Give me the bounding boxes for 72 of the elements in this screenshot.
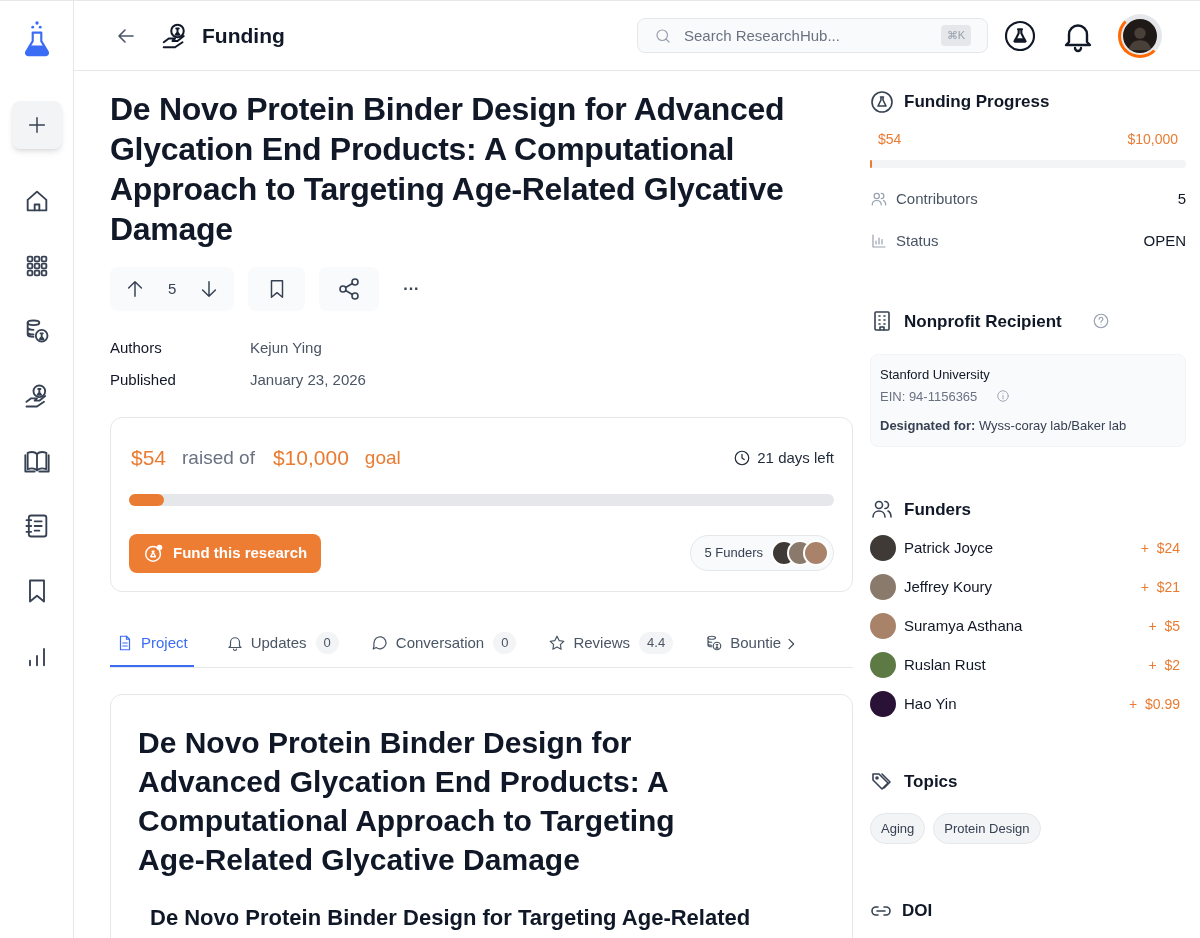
funding-amount: + $0.99 [1129, 694, 1180, 714]
funding-amount: + $2 [1148, 655, 1180, 675]
meta-value: Kejun Ying [250, 338, 323, 358]
chat-bubble-icon [370, 634, 389, 652]
new-button[interactable] [11, 101, 62, 149]
document-subheading: De Novo Protein Binder Design for Targeting Age-Related [150, 903, 752, 932]
stat-value: OPEN [1143, 231, 1186, 251]
flask-plus-icon [143, 542, 165, 564]
tab[interactable]: Project [110, 621, 194, 667]
share-button[interactable] [319, 267, 380, 311]
designation-text: Designated for: Wyss-coray lab/Baker lab [880, 417, 1128, 435]
tab[interactable]: Bountie [705, 621, 782, 667]
goal-label: goal [364, 445, 401, 470]
vote-count: 5 [168, 278, 177, 299]
bar-chart-icon [870, 232, 888, 251]
funders-button[interactable]: 5 Funders [690, 535, 834, 571]
page-title: Funding [202, 22, 285, 49]
bell-icon [225, 634, 244, 652]
raised-label: raised of [182, 445, 255, 470]
ein-number: EIN: 94-1156365 [880, 387, 978, 406]
tab[interactable]: Conversation 0 [370, 621, 517, 667]
tab[interactable]: Reviews 4.4 [548, 621, 674, 667]
flask-circle-icon [870, 89, 894, 114]
search-field[interactable]: Search ResearchHub... [684, 19, 929, 52]
goal-amount: $10,000 [1127, 129, 1178, 149]
section-title: DOI [902, 900, 933, 922]
funder-name[interactable]: Patrick Joyce [904, 536, 994, 560]
more-options-button[interactable]: ··· [403, 277, 420, 301]
clock-icon [733, 448, 752, 467]
raised-amount: $54 [131, 445, 167, 471]
funding-amount: + $5 [1148, 616, 1180, 636]
count-badge: 4.4 [639, 632, 674, 654]
star-icon [548, 634, 567, 652]
section-title: Funding Progress [904, 91, 1050, 113]
funder-name[interactable]: Suramya Asthana [904, 614, 1023, 638]
funder-name[interactable]: Hao Yin [904, 692, 957, 716]
flask-circle-icon[interactable] [1004, 19, 1036, 52]
count-badge: 0 [315, 632, 339, 654]
meta-label: Authors [110, 338, 163, 358]
person-silhouette-icon [1123, 18, 1157, 53]
search-icon [654, 26, 672, 45]
section-title: Topics [904, 771, 958, 793]
funding-amount: + $24 [1140, 538, 1180, 558]
funding-amount: + $21 [1140, 577, 1180, 597]
shortcut-hint: ⌘K [940, 25, 971, 46]
bookmark-button[interactable] [248, 267, 306, 311]
count-badge: 0 [493, 632, 517, 654]
project-title: De Novo Protein Binder Design for Advanced Glycation End Products: A Computational Approach to Targeting Age-Related Glycative Damage [110, 90, 786, 249]
user-avatar[interactable] [1118, 13, 1162, 58]
meta-label: Published [110, 369, 177, 390]
avatar [803, 540, 829, 566]
funder-name[interactable]: Ruslan Rust [904, 653, 986, 677]
section-title: Nonprofit Recipient [904, 310, 1062, 333]
tab[interactable]: Updates 0 [225, 621, 339, 667]
topic-tag[interactable]: Protein Design [933, 812, 1041, 844]
raised-amount: $54 [878, 129, 902, 149]
recipient-name: Stanford University [880, 366, 991, 384]
section-title: Funders [904, 498, 972, 521]
meta-value: January 23, 2026 [250, 369, 367, 390]
stat-label: Status [896, 231, 939, 251]
share-icon [337, 277, 362, 301]
stat-value: 5 [1177, 188, 1186, 209]
help-icon[interactable] [1091, 312, 1110, 331]
topic-tag[interactable]: Aging [870, 812, 926, 844]
time-left: 21 days left [757, 447, 834, 468]
funder-name[interactable]: Jeffrey Koury [904, 575, 993, 599]
coins-icon [705, 634, 724, 652]
document-heading: De Novo Protein Binder Design for Advanced Glycation End Products: A Computational Approach to Targeting Age-Related Glycative Damage [138, 724, 676, 878]
link-icon [870, 904, 892, 917]
goal-amount: $10,000 [272, 445, 349, 471]
info-icon [996, 389, 1011, 404]
stat-label: Contributors [896, 188, 978, 209]
